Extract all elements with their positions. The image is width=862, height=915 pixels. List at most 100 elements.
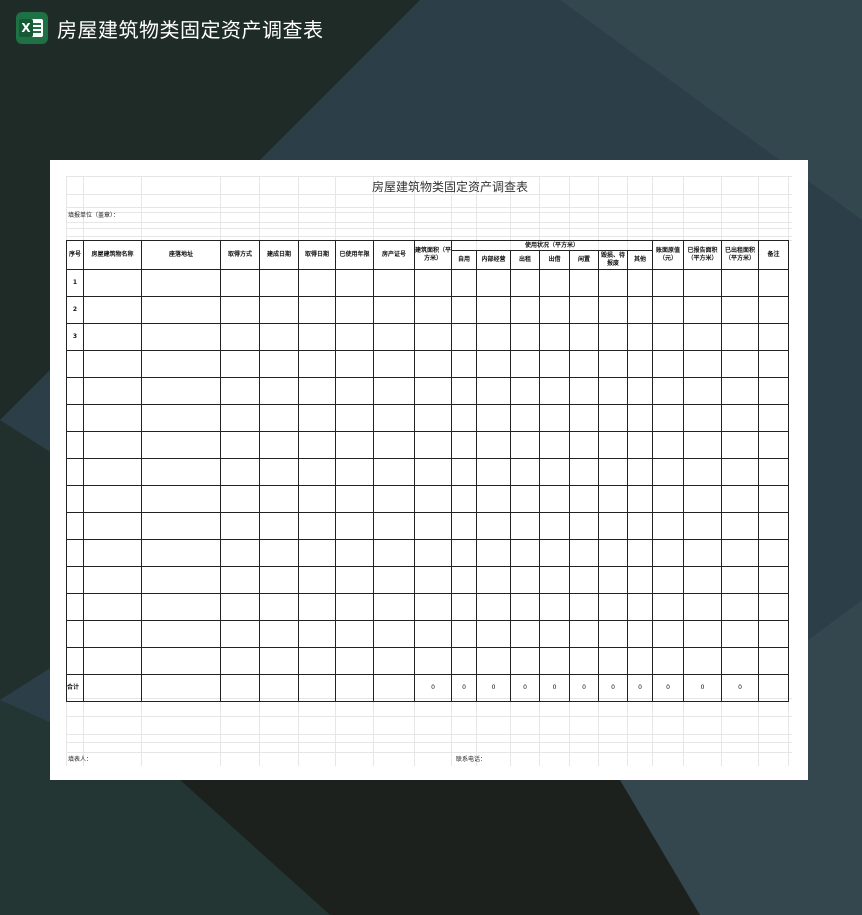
table-cell[interactable] <box>539 377 570 405</box>
table-cell[interactable] <box>539 458 570 486</box>
table-cell[interactable] <box>298 647 336 675</box>
table-cell[interactable] <box>259 485 299 513</box>
table-cell[interactable] <box>414 647 452 675</box>
table-cell[interactable] <box>414 458 452 486</box>
table-cell[interactable] <box>758 350 789 378</box>
table-cell[interactable] <box>141 404 221 432</box>
table-cell[interactable] <box>373 512 415 540</box>
table-cell[interactable] <box>758 377 789 405</box>
table-cell[interactable] <box>141 269 221 297</box>
table-cell[interactable] <box>83 485 142 513</box>
table-cell[interactable] <box>335 647 374 675</box>
table-cell[interactable] <box>373 404 415 432</box>
table-cell[interactable] <box>652 593 684 621</box>
table-cell[interactable] <box>83 593 142 621</box>
table-cell[interactable] <box>373 647 415 675</box>
table-cell[interactable] <box>220 593 260 621</box>
table-cell[interactable] <box>683 323 722 351</box>
table-cell[interactable] <box>652 647 684 675</box>
table-cell[interactable] <box>510 404 540 432</box>
table-cell[interactable] <box>373 431 415 459</box>
table-cell[interactable] <box>539 323 570 351</box>
table-cell[interactable] <box>141 458 221 486</box>
table-cell[interactable] <box>721 512 759 540</box>
table-cell[interactable] <box>683 485 722 513</box>
table-cell[interactable] <box>335 377 374 405</box>
table-cell[interactable] <box>476 485 511 513</box>
table-cell[interactable] <box>414 539 452 567</box>
table-cell[interactable] <box>259 458 299 486</box>
table-cell[interactable] <box>758 620 789 648</box>
table-cell[interactable] <box>652 431 684 459</box>
table-cell[interactable] <box>758 458 789 486</box>
table-cell[interactable] <box>476 350 511 378</box>
table-cell[interactable] <box>758 539 789 567</box>
table-cell[interactable] <box>298 458 336 486</box>
table-cell[interactable] <box>298 269 336 297</box>
table-cell[interactable] <box>539 404 570 432</box>
table-cell[interactable] <box>414 620 452 648</box>
table-cell[interactable] <box>627 323 653 351</box>
table-cell[interactable] <box>476 269 511 297</box>
table-cell[interactable] <box>721 593 759 621</box>
table-cell[interactable] <box>141 296 221 324</box>
table-cell[interactable] <box>683 620 722 648</box>
table-cell[interactable] <box>510 593 540 621</box>
table-cell[interactable] <box>220 296 260 324</box>
table-cell[interactable] <box>510 350 540 378</box>
table-cell[interactable] <box>414 296 452 324</box>
table-cell[interactable] <box>627 512 653 540</box>
table-cell[interactable] <box>335 323 374 351</box>
table-cell[interactable] <box>539 296 570 324</box>
table-cell[interactable] <box>721 620 759 648</box>
table-cell[interactable] <box>476 620 511 648</box>
table-cell[interactable] <box>683 539 722 567</box>
table-cell[interactable] <box>569 647 599 675</box>
table-cell[interactable] <box>510 323 540 351</box>
table-cell[interactable] <box>451 620 477 648</box>
table-cell[interactable] <box>259 647 299 675</box>
table-cell[interactable] <box>569 269 599 297</box>
table-cell[interactable] <box>721 458 759 486</box>
table-cell[interactable] <box>652 323 684 351</box>
table-cell[interactable] <box>451 647 477 675</box>
table-cell[interactable] <box>758 323 789 351</box>
table-cell[interactable] <box>476 431 511 459</box>
table-cell[interactable] <box>220 566 260 594</box>
table-cell[interactable] <box>683 566 722 594</box>
table-cell[interactable] <box>721 404 759 432</box>
table-cell[interactable] <box>539 431 570 459</box>
table-cell[interactable] <box>598 350 628 378</box>
table-cell[interactable] <box>451 458 477 486</box>
table-cell[interactable] <box>298 485 336 513</box>
table-cell[interactable] <box>598 512 628 540</box>
table-cell[interactable] <box>476 512 511 540</box>
table-cell[interactable] <box>476 647 511 675</box>
row-seq-cell[interactable] <box>66 377 84 405</box>
table-cell[interactable] <box>451 323 477 351</box>
table-cell[interactable] <box>652 269 684 297</box>
table-cell[interactable] <box>220 485 260 513</box>
table-cell[interactable] <box>414 404 452 432</box>
table-cell[interactable] <box>539 539 570 567</box>
table-cell[interactable] <box>569 512 599 540</box>
table-cell[interactable] <box>627 404 653 432</box>
table-cell[interactable] <box>451 296 477 324</box>
table-cell[interactable] <box>721 323 759 351</box>
table-cell[interactable] <box>683 269 722 297</box>
row-seq-cell[interactable] <box>66 431 84 459</box>
table-cell[interactable] <box>451 566 477 594</box>
table-cell[interactable] <box>652 404 684 432</box>
table-cell[interactable] <box>83 323 142 351</box>
table-cell[interactable] <box>451 512 477 540</box>
table-cell[interactable] <box>476 404 511 432</box>
table-cell[interactable] <box>220 458 260 486</box>
table-cell[interactable] <box>627 431 653 459</box>
table-cell[interactable] <box>220 269 260 297</box>
table-cell[interactable] <box>721 377 759 405</box>
table-cell[interactable] <box>451 485 477 513</box>
table-cell[interactable] <box>652 350 684 378</box>
table-cell[interactable] <box>598 458 628 486</box>
table-cell[interactable] <box>298 296 336 324</box>
table-cell[interactable] <box>83 539 142 567</box>
